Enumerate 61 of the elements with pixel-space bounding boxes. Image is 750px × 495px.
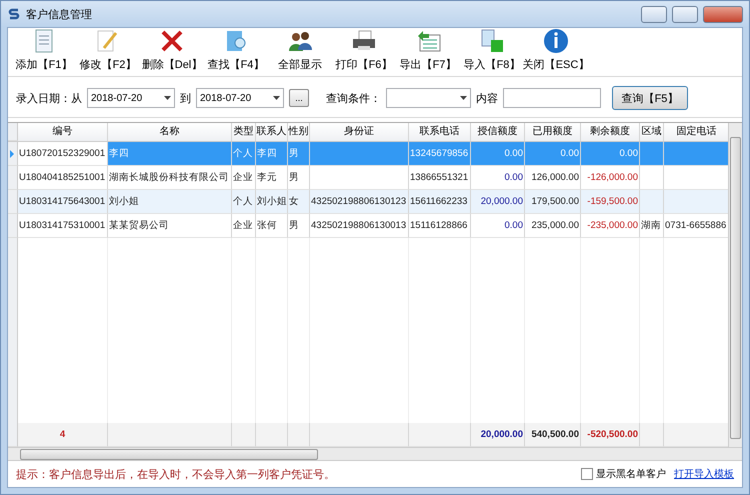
column-header[interactable]: 授信额度 bbox=[471, 123, 525, 141]
column-header[interactable]: 名称 bbox=[108, 123, 232, 141]
table-cell: 13245679856 bbox=[409, 142, 471, 166]
toolbar-button[interactable]: 查找【F4】 bbox=[204, 28, 268, 76]
content-label: 内容 bbox=[476, 92, 498, 106]
row-header[interactable] bbox=[8, 214, 18, 238]
hint-text: 提示：客户信息导出后，在导入时，不会导入第一列客户凭证号。 bbox=[16, 468, 336, 482]
table-cell: 0.00 bbox=[471, 142, 525, 166]
window-title: 客户信息管理 bbox=[26, 8, 93, 22]
table-cell: 0.00 bbox=[525, 142, 581, 166]
table-row[interactable]: U180314175310001 某某贸易公司 企业 张何 男 432502198806130013 15116128866 0.00 235,000.00 -235,000.00 湖南 0731-6655886 bbox=[8, 214, 728, 238]
toolbar-button[interactable]: 导出【F7】 bbox=[396, 28, 460, 76]
table-cell: 李四 bbox=[256, 142, 288, 166]
minimize-button[interactable] bbox=[641, 6, 667, 22]
column-header[interactable]: 身份证 bbox=[310, 123, 409, 141]
totals-row: 4 20,000.00 540,500.00 -520,500.00 bbox=[8, 423, 728, 447]
table-row[interactable]: U180404185251001 湖南长城股份科技有限公司 企业 李元 男 13866551321 0.00 126,000.00 -126,000.00 bbox=[8, 166, 728, 190]
table-cell: 李四 bbox=[108, 142, 232, 166]
toolbar-button[interactable]: 全部显示 bbox=[268, 28, 332, 76]
content-input-field[interactable] bbox=[503, 88, 601, 108]
row-pointer-icon bbox=[8, 148, 16, 158]
toolbar-button[interactable]: 删除【Del】 bbox=[140, 28, 204, 76]
date-from-field[interactable]: 2018-07-20 bbox=[87, 88, 175, 108]
to-label: 到 bbox=[180, 92, 191, 106]
column-header[interactable]: 联系人 bbox=[256, 123, 288, 141]
blacklist-checkbox[interactable]: 显示黑名单客户 bbox=[581, 467, 666, 481]
date-to-field[interactable]: 2018-07-20 bbox=[196, 88, 284, 108]
dropdown-arrow-icon bbox=[164, 96, 171, 100]
toolbar-button[interactable]: 打印【F6】 bbox=[332, 28, 396, 76]
more-button[interactable]: ... bbox=[289, 89, 309, 107]
column-header[interactable]: 性别 bbox=[288, 123, 310, 141]
table-cell: 0.00 bbox=[581, 142, 640, 166]
date-label: 录入日期：从 bbox=[16, 92, 82, 106]
column-header[interactable]: 已用额度 bbox=[525, 123, 581, 141]
vertical-scrollbar[interactable] bbox=[728, 123, 742, 447]
table-row[interactable]: U180314175643001 刘小姐 个人 刘小姐 女 432502198806130123 15611662233 20,000.00 179,500.00 -159,500.00 bbox=[8, 190, 728, 214]
condition-label: 查询条件： bbox=[326, 92, 381, 106]
query-button[interactable]: 查询【F5】 bbox=[612, 86, 688, 110]
row-header[interactable] bbox=[8, 190, 18, 214]
toolbar-button[interactable]: 导入【F8】 bbox=[460, 28, 524, 76]
template-link[interactable]: 打开导入模板 bbox=[674, 467, 734, 481]
row-header[interactable] bbox=[8, 166, 18, 190]
toolbar-button[interactable]: 修改【F2】 bbox=[76, 28, 140, 76]
dropdown-arrow-icon bbox=[460, 96, 467, 100]
table-cell: 男 bbox=[288, 142, 310, 166]
dropdown-arrow-icon bbox=[273, 96, 280, 100]
toolbar-button[interactable]: 关闭【ESC】 bbox=[524, 28, 588, 76]
app-logo-icon bbox=[7, 7, 21, 21]
column-header[interactable]: 联系电话 bbox=[409, 123, 471, 141]
condition-dropdown[interactable] bbox=[386, 88, 471, 108]
column-header[interactable]: 类型 bbox=[232, 123, 256, 141]
toolbar-button[interactable]: 添加【F1】 bbox=[12, 28, 76, 76]
maximize-button[interactable] bbox=[672, 6, 698, 22]
close-button[interactable] bbox=[703, 6, 743, 22]
column-header[interactable]: 编号 bbox=[18, 123, 108, 141]
table-row[interactable]: U180720152329001 李四 个人 李四 男 13245679856 0.00 0.00 0.00 bbox=[8, 142, 728, 166]
row-header[interactable] bbox=[8, 142, 18, 166]
column-header[interactable]: 剩余额度 bbox=[581, 123, 640, 141]
table-cell: 个人 bbox=[232, 142, 256, 166]
column-header[interactable]: 区域 bbox=[640, 123, 664, 141]
horizontal-scrollbar[interactable] bbox=[8, 447, 742, 460]
